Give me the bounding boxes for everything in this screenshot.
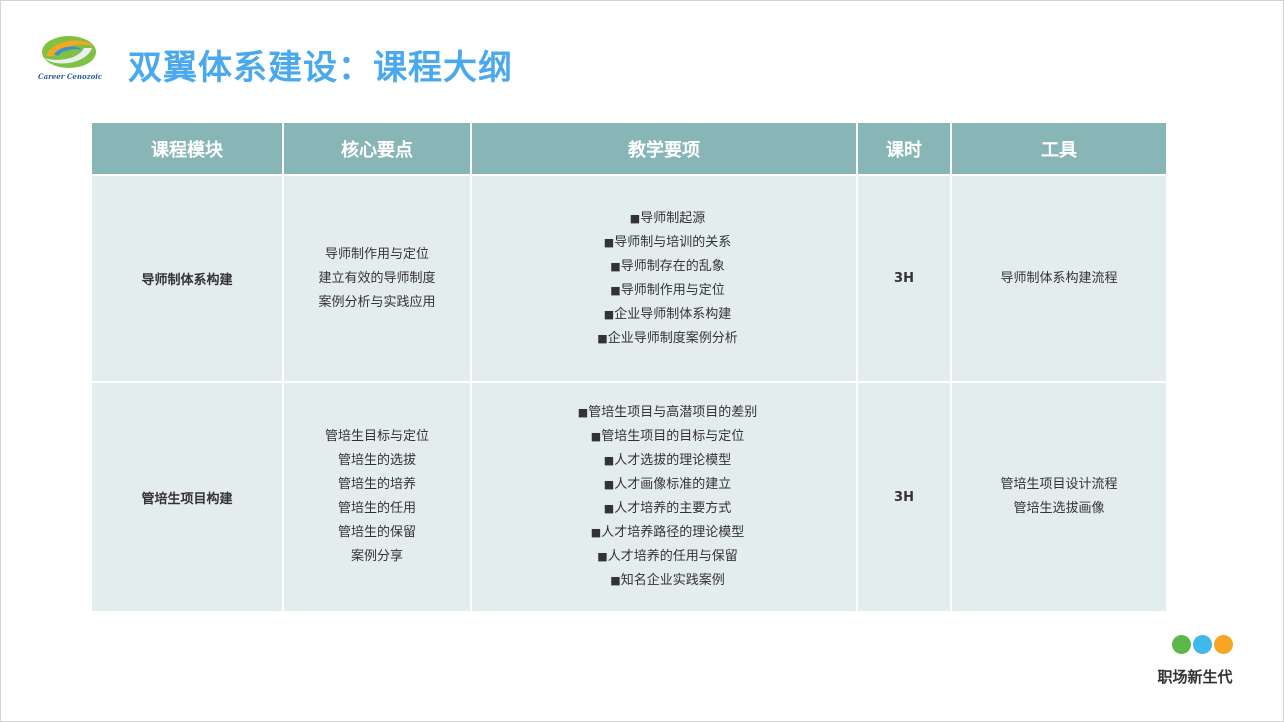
syllabus-table: 课程模块 核心要点 教学要项 课时 工具 导师制体系构建 导师制作用与定位 建立… [90, 121, 1168, 613]
col-header-teaching-items: 教学要项 [470, 121, 858, 176]
key-point: 管培生的保留 [337, 525, 416, 540]
square-bullet-icon: ■ [597, 550, 608, 563]
square-bullet-icon: ■ [603, 307, 615, 321]
teaching-item: ■知名企业实践案例 [610, 573, 725, 588]
teaching-item: ■人才培养的任用与保留 [597, 549, 738, 564]
teaching-item: ■企业导师制度案例分析 [597, 330, 738, 346]
hours-cell: 3H [856, 381, 952, 613]
teaching-item: ■人才选拔的理论模型 [603, 453, 732, 468]
company-logo: Career Cenozoic [38, 34, 103, 84]
orange-dot-icon [1214, 635, 1233, 654]
key-points-cell: 管培生目标与定位 管培生的选拔 管培生的培养 管培生的任用 管培生的保留 案例分… [282, 381, 472, 613]
tool-item: 导师制体系构建流程 [1000, 270, 1118, 286]
module-cell: 导师制体系构建 [90, 174, 284, 383]
table-row: 管培生项目构建 管培生目标与定位 管培生的选拔 管培生的培养 管培生的任用 管培… [90, 381, 1168, 613]
table-header-row: 课程模块 核心要点 教学要项 课时 工具 [90, 121, 1168, 176]
square-bullet-icon: ■ [629, 211, 641, 225]
key-point: 案例分析与实践应用 [318, 294, 436, 310]
col-header-tools: 工具 [950, 121, 1168, 176]
teaching-item: ■导师制起源 [629, 210, 706, 226]
logo-text: Career Cenozoic [38, 72, 103, 81]
key-points-cell: 导师制作用与定位 建立有效的导师制度 案例分析与实践应用 [282, 174, 472, 383]
square-bullet-icon: ■ [590, 526, 602, 539]
key-point: 建立有效的导师制度 [318, 270, 436, 286]
page-title: 双翼体系建设：课程大纲 [128, 48, 513, 88]
teaching-items-cell: ■导师制起源 ■导师制与培训的关系 ■导师制存在的乱象 ■导师制作用与定位 ■企… [470, 174, 858, 383]
square-bullet-icon: ■ [610, 574, 621, 587]
teaching-item: ■导师制作用与定位 [610, 282, 725, 298]
teaching-item: ■导师制存在的乱象 [610, 258, 725, 274]
key-point: 管培生的选拔 [337, 453, 416, 468]
blue-dot-icon [1193, 635, 1212, 654]
brand-dots [1172, 635, 1234, 655]
teaching-item: ■管培生项目的目标与定位 [590, 429, 745, 444]
table-row: 导师制体系构建 导师制作用与定位 建立有效的导师制度 案例分析与实践应用 ■导师… [90, 174, 1168, 383]
key-point: 案例分享 [350, 549, 403, 564]
hours-cell: 3H [856, 174, 952, 383]
col-header-key-points: 核心要点 [282, 121, 472, 176]
key-point: 管培生目标与定位 [324, 429, 429, 444]
tools-cell: 导师制体系构建流程 [950, 174, 1168, 383]
teaching-item: ■人才培养的主要方式 [603, 501, 732, 516]
key-point: 管培生的培养 [337, 477, 416, 492]
teaching-item: ■人才画像标准的建立 [603, 477, 732, 492]
key-point: 导师制作用与定位 [324, 246, 429, 262]
square-bullet-icon: ■ [590, 430, 602, 443]
green-dot-icon [1172, 635, 1191, 654]
module-cell: 管培生项目构建 [90, 381, 284, 613]
square-bullet-icon: ■ [577, 406, 589, 419]
tool-item: 管培生选拔画像 [1013, 501, 1105, 516]
teaching-item: ■人才培养路径的理论模型 [590, 525, 745, 540]
tool-item: 管培生项目设计流程 [1000, 477, 1118, 492]
square-bullet-icon: ■ [603, 478, 615, 491]
brand-name: 职场新生代 [1157, 668, 1233, 686]
col-header-hours: 课时 [856, 121, 952, 176]
teaching-item: ■导师制与培训的关系 [603, 234, 732, 250]
tools-cell: 管培生项目设计流程 管培生选拔画像 [950, 381, 1168, 613]
swirl-logo-icon [42, 36, 96, 68]
teaching-item: ■企业导师制体系构建 [603, 306, 732, 322]
square-bullet-icon: ■ [597, 331, 608, 345]
square-bullet-icon: ■ [610, 259, 621, 273]
square-bullet-icon: ■ [603, 454, 615, 467]
square-bullet-icon: ■ [603, 502, 615, 515]
square-bullet-icon: ■ [603, 235, 615, 249]
teaching-items-cell: ■管培生项目与高潜项目的差别 ■管培生项目的目标与定位 ■人才选拔的理论模型 ■… [470, 381, 858, 613]
teaching-item: ■管培生项目与高潜项目的差别 [577, 405, 758, 420]
col-header-module: 课程模块 [90, 121, 284, 176]
key-point: 管培生的任用 [337, 501, 416, 516]
square-bullet-icon: ■ [610, 283, 621, 297]
